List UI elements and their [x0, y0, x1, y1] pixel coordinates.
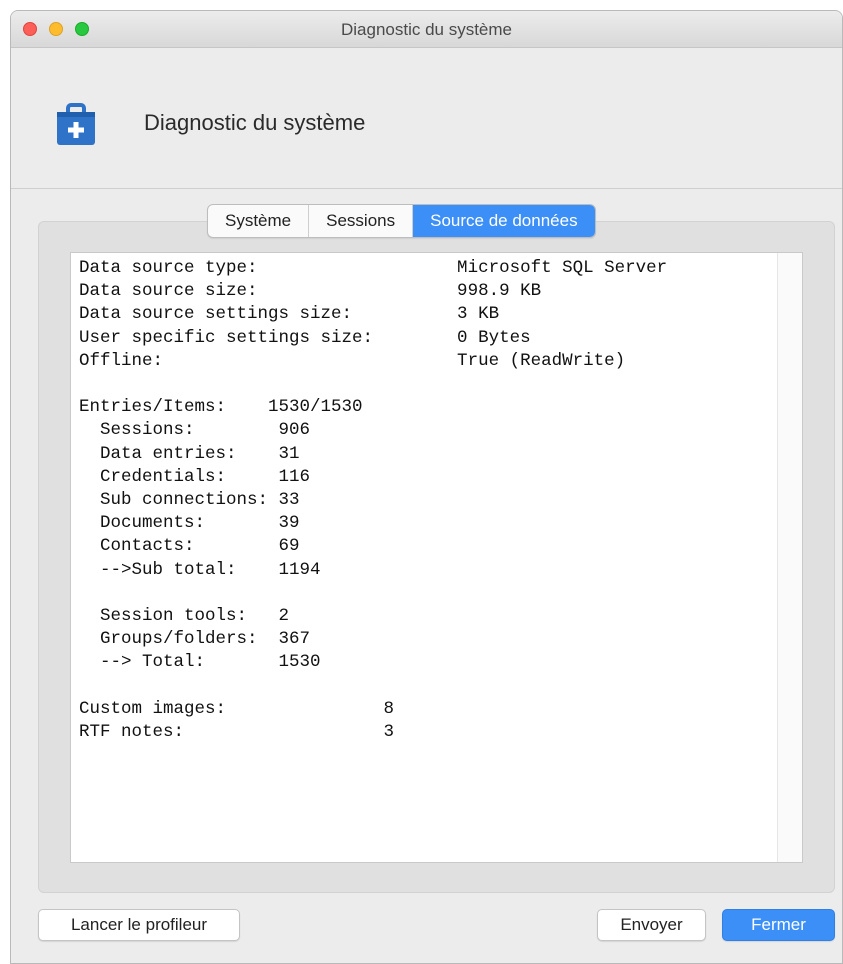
diagnostic-text-area[interactable]: Data source type: Microsoft SQL Server Da…	[70, 252, 803, 863]
dialog-header: Diagnostic du système	[11, 48, 842, 189]
tab-systeme[interactable]: Système	[208, 205, 310, 237]
report-line: --> Total: 1530	[79, 652, 321, 673]
header-title: Diagnostic du système	[144, 110, 366, 135]
launch-profiler-button[interactable]: Lancer le profileur	[38, 909, 240, 941]
report-line: Custom images: 8	[79, 698, 395, 719]
medical-kit-icon	[53, 103, 99, 154]
diagnostic-report-text: Data source type: Microsoft SQL Server Da…	[79, 257, 667, 744]
tab-bar: Système Sessions Source de données	[207, 204, 596, 238]
report-line	[79, 373, 667, 396]
vertical-scrollbar[interactable]	[777, 253, 802, 862]
window-title: Diagnostic du système	[340, 20, 513, 39]
title-bar: Diagnostic du système	[11, 11, 842, 48]
report-line: Contacts: 69	[79, 536, 300, 557]
report-line: Sessions: 906	[79, 420, 311, 441]
diagnostic-window: Diagnostic du système Diagnostic du syst…	[10, 10, 843, 964]
report-line: Session tools: 2	[79, 606, 290, 627]
send-button[interactable]: Envoyer	[597, 909, 706, 941]
tab-sessions[interactable]: Sessions	[309, 205, 414, 237]
report-line: Groups/folders: 367	[79, 629, 311, 650]
report-line: Sub connections: 33	[79, 490, 300, 511]
report-line	[79, 582, 667, 605]
report-line: Data source type: Microsoft SQL Server	[79, 258, 668, 278]
report-line: Data source settings size: 3 KB	[79, 304, 500, 325]
report-line: Offline: True (ReadWrite)	[79, 350, 626, 371]
report-line: User specific settings size: 0 Bytes	[79, 327, 531, 348]
report-line: Documents: 39	[79, 513, 300, 534]
report-line: RTF notes: 3	[79, 722, 395, 743]
close-button[interactable]: Fermer	[722, 909, 835, 941]
report-line: -->Sub total: 1194	[79, 559, 321, 580]
report-line	[79, 675, 667, 698]
report-line: Data entries: 31	[79, 443, 300, 464]
tab-source-de-donnees[interactable]: Source de données	[413, 205, 595, 237]
report-line: Credentials: 116	[79, 466, 311, 487]
report-line: Entries/Items: 1530/1530	[79, 397, 363, 418]
report-line: Data source size: 998.9 KB	[79, 281, 542, 302]
